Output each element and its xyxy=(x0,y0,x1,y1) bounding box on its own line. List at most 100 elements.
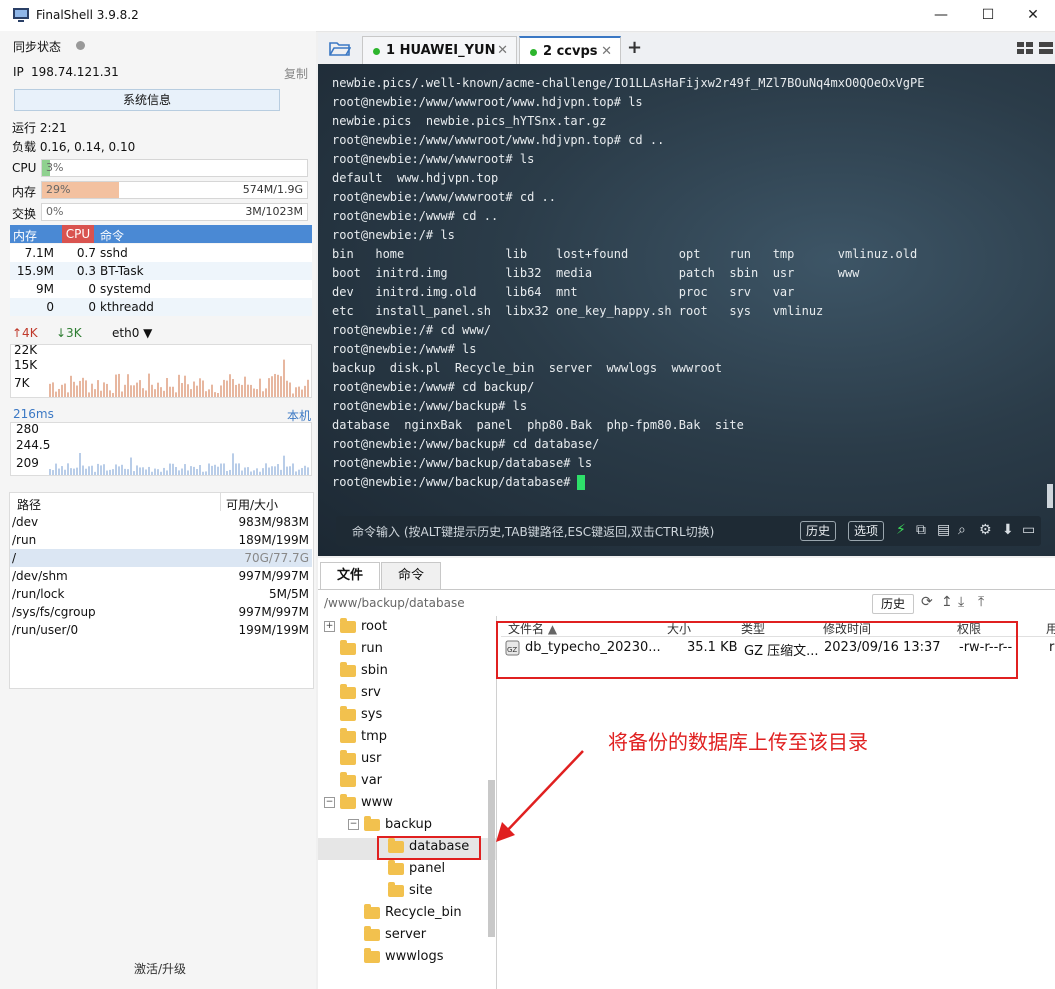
disk-row[interactable]: /dev 983M/983M xyxy=(10,513,312,531)
activity-bar xyxy=(67,463,69,475)
tree-node[interactable]: srv xyxy=(318,684,496,706)
tree-node[interactable]: sbin xyxy=(318,662,496,684)
activity-bar xyxy=(79,452,81,475)
close-tab-icon[interactable]: ✕ xyxy=(601,44,612,59)
disk-row[interactable]: /sys/fs/cgroup 997M/997M xyxy=(10,603,312,621)
process-row[interactable]: 9M 0 systemd xyxy=(10,280,312,298)
download-icon[interactable]: ⤓ xyxy=(958,594,964,610)
proc-col-mem[interactable]: 内存 xyxy=(13,227,37,244)
terminal-cursor xyxy=(577,475,586,490)
disk-col-size[interactable]: 可用/大小 xyxy=(226,496,278,513)
close-tab-icon[interactable]: ✕ xyxy=(497,43,508,58)
command-input-bar[interactable]: 命令输入 (按ALT键提示历史,TAB键路径,ESC键返回,双击CTRL切换) … xyxy=(336,516,1041,546)
gear-icon[interactable]: ⚙ xyxy=(979,522,992,538)
lightning-icon[interactable]: ⚡ xyxy=(896,522,906,538)
disk-path: / xyxy=(12,551,17,565)
refresh-icon[interactable]: ⟳ xyxy=(921,594,933,610)
activity-bar xyxy=(280,469,282,475)
activity-bar xyxy=(169,386,171,397)
activity-bar xyxy=(235,384,237,397)
tree-node[interactable]: server xyxy=(318,926,496,948)
swap-percent: 0% xyxy=(46,205,64,218)
download-icon[interactable]: ⬇ xyxy=(1002,522,1014,538)
activity-bar xyxy=(157,382,159,397)
activity-bar xyxy=(154,389,156,397)
panel-layout-icon[interactable] xyxy=(1039,42,1053,55)
process-row[interactable]: 7.1M 0.7 sshd xyxy=(10,244,312,262)
tree-node[interactable]: var xyxy=(318,772,496,794)
tree-node[interactable]: usr xyxy=(318,750,496,772)
up-directory-icon[interactable]: ↥ xyxy=(941,594,953,610)
terminal[interactable]: newbie.pics/.well-known/acme-challenge/I… xyxy=(318,64,1055,556)
minimize-button[interactable]: — xyxy=(921,4,961,26)
tree-node[interactable]: wwwlogs xyxy=(318,948,496,970)
tree-node[interactable]: site xyxy=(318,882,496,904)
disk-size: 983M/983M xyxy=(238,515,309,529)
net-tick-7k: 7K xyxy=(14,376,30,390)
folder-icon xyxy=(364,948,380,963)
grid-layout-icon[interactable] xyxy=(1017,42,1033,55)
options-button[interactable]: 选项 xyxy=(848,521,885,541)
add-tab-button[interactable]: + xyxy=(627,37,642,58)
tree-toggle-icon[interactable]: − xyxy=(324,797,335,808)
process-row[interactable]: 0 0 kthreadd xyxy=(10,298,312,316)
activity-bar xyxy=(130,457,132,475)
activity-bar xyxy=(133,385,135,397)
close-button[interactable]: ✕ xyxy=(1013,4,1053,26)
disk-row[interactable]: /run/lock 5M/5M xyxy=(10,585,312,603)
activity-bar xyxy=(217,393,219,397)
disk-row[interactable]: /dev/shm 997M/997M xyxy=(10,567,312,585)
terminal-scrollbar[interactable] xyxy=(1047,484,1053,508)
col-owner[interactable]: 用 xyxy=(1046,620,1055,637)
process-row[interactable]: 15.9M 0.3 BT-Task xyxy=(10,262,312,280)
disk-path: /dev xyxy=(12,515,39,529)
tree-node[interactable]: − www xyxy=(318,794,496,816)
proc-cmd: sshd xyxy=(100,246,128,260)
proc-col-cpu[interactable]: CPU xyxy=(62,225,94,243)
tree-node[interactable]: + root xyxy=(318,618,496,640)
search-icon[interactable]: ⌕ xyxy=(958,522,966,538)
disk-row[interactable]: /run 189M/199M xyxy=(10,531,312,549)
window-icon[interactable]: ▭ xyxy=(1022,522,1035,538)
sysinfo-button[interactable]: 系统信息 xyxy=(14,89,280,111)
activity-bar xyxy=(175,466,177,475)
activate-upgrade-link[interactable]: 激活/升级 xyxy=(134,960,186,977)
history-button[interactable]: 历史 xyxy=(872,594,914,614)
tab-huawei-yun[interactable]: 1 HUAWEI_YUN ✕ xyxy=(362,36,517,64)
disk-col-path[interactable]: 路径 xyxy=(17,496,41,513)
disk-row[interactable]: /run/user/0 199M/199M xyxy=(10,621,312,639)
activity-bar xyxy=(97,463,99,475)
maximize-button[interactable]: ☐ xyxy=(968,4,1008,26)
activity-bar xyxy=(100,390,102,397)
activity-bar xyxy=(61,466,63,475)
disk-path: /sys/fs/cgroup xyxy=(12,605,96,619)
copy-icon[interactable]: ⧉ xyxy=(916,522,926,538)
tree-node[interactable]: panel xyxy=(318,860,496,882)
upload-icon[interactable]: ⤒ xyxy=(978,594,984,610)
directory-tree[interactable]: + root run sbin srv sys tmp usr var − www − backup da… xyxy=(318,616,497,989)
paste-icon[interactable]: ▤ xyxy=(937,522,950,538)
activity-bar xyxy=(94,471,96,475)
terminal-line: bin home lib lost+found opt run tmp vmli… xyxy=(332,247,918,261)
window-title: FinalShell 3.9.8.2 xyxy=(36,8,139,22)
tree-node[interactable]: tmp xyxy=(318,728,496,750)
tree-toggle-icon[interactable]: + xyxy=(324,621,335,632)
tree-node[interactable]: database xyxy=(318,836,496,860)
folder-icon xyxy=(388,860,404,875)
tree-node[interactable]: sys xyxy=(318,706,496,728)
tree-toggle-icon[interactable]: − xyxy=(348,819,359,830)
tab-commands[interactable]: 命令 xyxy=(381,562,441,590)
tree-node[interactable]: Recycle_bin xyxy=(318,904,496,926)
activity-bar xyxy=(55,463,57,475)
history-button[interactable]: 历史 xyxy=(800,521,837,541)
tab-files[interactable]: 文件 xyxy=(320,562,380,589)
disk-row[interactable]: / 70G/77.7G xyxy=(10,549,312,567)
tree-node[interactable]: run xyxy=(318,640,496,662)
folder-open-icon[interactable] xyxy=(329,40,351,56)
path-input[interactable]: /www/backup/database xyxy=(324,596,465,610)
tree-node[interactable]: − backup xyxy=(318,816,496,838)
tab-ccvps[interactable]: 2 ccvps ✕ xyxy=(519,36,621,65)
proc-col-cmd[interactable]: 命令 xyxy=(100,227,124,244)
copy-ip-link[interactable]: 复制 xyxy=(284,65,308,82)
net-interface-select[interactable]: eth0 ▼ xyxy=(112,326,152,340)
